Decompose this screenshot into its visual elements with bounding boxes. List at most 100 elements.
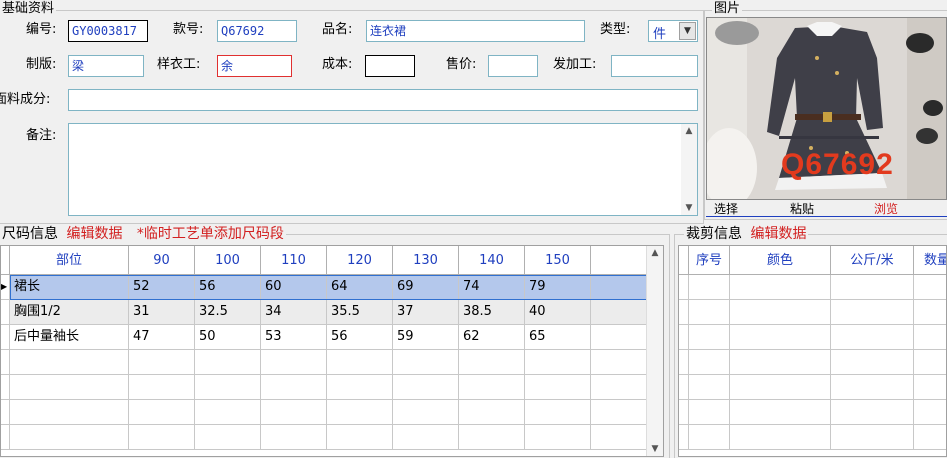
paste-picture-button[interactable]: 粘贴 <box>780 201 824 217</box>
chevron-down-icon[interactable]: ▼ <box>679 22 696 40</box>
size-grid-scrollbar[interactable]: ▲ ▼ <box>646 246 663 456</box>
size-value-cell[interactable]: 56 <box>195 275 261 300</box>
cost-field[interactable] <box>365 55 415 77</box>
empty-cell[interactable] <box>689 300 730 325</box>
size-value-cell[interactable]: 74 <box>459 275 525 300</box>
empty-cell[interactable] <box>914 300 946 325</box>
sample-worker-field[interactable]: 余 <box>217 55 292 77</box>
browse-picture-button[interactable]: 浏览 <box>864 201 908 217</box>
empty-cell[interactable] <box>591 325 647 350</box>
type-select[interactable]: 件 ▼ <box>648 20 698 42</box>
col-header-size[interactable]: 90 <box>129 246 195 275</box>
empty-cell[interactable] <box>393 375 459 400</box>
empty-cell[interactable] <box>195 400 261 425</box>
empty-cell[interactable] <box>831 425 914 450</box>
empty-cell[interactable] <box>831 375 914 400</box>
empty-cell[interactable] <box>730 425 831 450</box>
empty-cell[interactable] <box>730 400 831 425</box>
fabric-field[interactable] <box>68 89 698 111</box>
part-cell[interactable]: 胸围1/2 <box>10 300 129 325</box>
code-field[interactable]: GY0003817 <box>68 20 148 42</box>
empty-cell[interactable] <box>591 275 647 300</box>
size-value-cell[interactable]: 69 <box>393 275 459 300</box>
row-indicator[interactable] <box>1 400 10 425</box>
empty-cell[interactable] <box>129 425 195 450</box>
scroll-down-icon[interactable]: ▼ <box>681 201 697 215</box>
empty-cell[interactable] <box>525 425 591 450</box>
empty-cell[interactable] <box>393 350 459 375</box>
col-header-size[interactable]: 100 <box>195 246 261 275</box>
row-indicator[interactable] <box>1 300 10 325</box>
empty-cell[interactable] <box>195 425 261 450</box>
col-header-index[interactable]: 序号 <box>689 246 730 275</box>
empty-cell[interactable] <box>689 275 730 300</box>
size-value-cell[interactable]: 59 <box>393 325 459 350</box>
empty-cell[interactable] <box>459 425 525 450</box>
scroll-up-icon[interactable]: ▲ <box>647 246 663 260</box>
empty-cell[interactable] <box>689 400 730 425</box>
empty-cell[interactable] <box>831 400 914 425</box>
size-value-cell[interactable]: 56 <box>327 325 393 350</box>
row-indicator[interactable] <box>679 325 689 350</box>
size-value-cell[interactable]: 79 <box>525 275 591 300</box>
empty-cell[interactable] <box>914 375 946 400</box>
empty-cell[interactable] <box>393 400 459 425</box>
empty-cell[interactable] <box>459 400 525 425</box>
col-header-size[interactable]: 150 <box>525 246 591 275</box>
size-edit-link[interactable]: 编辑数据 <box>66 226 122 242</box>
empty-cell[interactable] <box>914 425 946 450</box>
part-cell[interactable]: 裙长 <box>10 275 129 300</box>
empty-cell[interactable] <box>591 300 647 325</box>
empty-cell[interactable] <box>10 375 129 400</box>
empty-cell[interactable] <box>327 400 393 425</box>
empty-cell[interactable] <box>261 375 327 400</box>
size-value-cell[interactable]: 38.5 <box>459 300 525 325</box>
cut-edit-link[interactable]: 编辑数据 <box>750 226 806 242</box>
empty-cell[interactable] <box>261 350 327 375</box>
row-indicator[interactable] <box>679 300 689 325</box>
empty-cell[interactable] <box>730 325 831 350</box>
row-indicator[interactable] <box>1 425 10 450</box>
empty-cell[interactable] <box>261 400 327 425</box>
col-header-quantity[interactable]: 数量 <box>914 246 946 275</box>
empty-cell[interactable] <box>689 325 730 350</box>
row-indicator[interactable] <box>679 425 689 450</box>
empty-cell[interactable] <box>689 350 730 375</box>
empty-cell[interactable] <box>914 325 946 350</box>
row-indicator[interactable] <box>1 325 10 350</box>
empty-cell[interactable] <box>730 350 831 375</box>
size-value-cell[interactable]: 62 <box>459 325 525 350</box>
style-no-field[interactable]: Q67692 <box>217 20 297 42</box>
part-cell[interactable]: 后中量袖长 <box>10 325 129 350</box>
select-picture-button[interactable]: 选择 <box>706 201 746 217</box>
empty-cell[interactable] <box>831 300 914 325</box>
size-value-cell[interactable]: 32.5 <box>195 300 261 325</box>
empty-cell[interactable] <box>730 300 831 325</box>
remark-scrollbar[interactable]: ▲ ▼ <box>681 124 697 215</box>
row-indicator[interactable] <box>679 275 689 300</box>
product-photo[interactable]: Q67692 <box>706 17 947 200</box>
empty-cell[interactable] <box>327 425 393 450</box>
empty-cell[interactable] <box>195 350 261 375</box>
size-value-cell[interactable]: 34 <box>261 300 327 325</box>
empty-cell[interactable] <box>10 400 129 425</box>
empty-cell[interactable] <box>10 425 129 450</box>
empty-cell[interactable] <box>525 375 591 400</box>
remark-textarea[interactable]: ▲ ▼ <box>68 123 698 216</box>
empty-cell[interactable] <box>261 425 327 450</box>
size-value-cell[interactable]: 50 <box>195 325 261 350</box>
empty-cell[interactable] <box>459 350 525 375</box>
empty-cell[interactable] <box>591 400 647 425</box>
empty-cell[interactable] <box>914 350 946 375</box>
scroll-up-icon[interactable]: ▲ <box>681 124 697 138</box>
empty-cell[interactable] <box>591 425 647 450</box>
col-header-size[interactable]: 130 <box>393 246 459 275</box>
row-indicator[interactable] <box>679 375 689 400</box>
process-field[interactable] <box>611 55 698 77</box>
empty-cell[interactable] <box>327 350 393 375</box>
empty-cell[interactable] <box>393 425 459 450</box>
row-indicator[interactable] <box>1 375 10 400</box>
empty-cell[interactable] <box>459 375 525 400</box>
empty-cell[interactable] <box>525 350 591 375</box>
size-value-cell[interactable]: 47 <box>129 325 195 350</box>
